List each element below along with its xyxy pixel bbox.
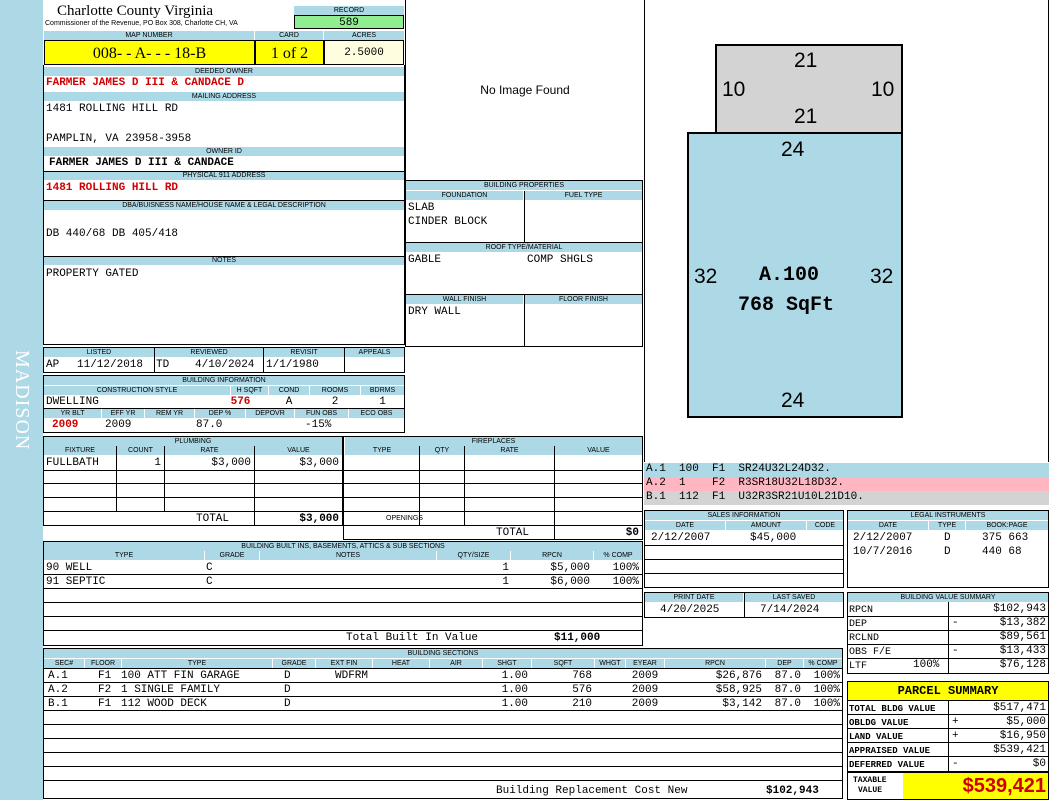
acres-value: 2.5000 [324,40,404,65]
divider [847,714,1049,715]
divider [43,696,843,697]
divider [43,497,343,498]
divider [43,171,405,172]
divider [948,700,949,772]
record-label: RECORD [294,6,404,15]
divider [847,728,1049,729]
divider [43,483,343,484]
divider [847,658,1049,659]
li-frame [847,510,1049,588]
bi-frame [43,375,405,433]
card-value: 1 of 2 [255,40,324,65]
card-label: CARD [255,31,323,40]
side-label: MADISON [11,350,33,451]
map-number: 008- - A- - - 18-B [44,40,255,65]
sketch-main-left: 32 [694,265,718,288]
divider [43,588,643,589]
divider [43,408,405,409]
divider [43,574,643,575]
county-subtitle: Commissioner of the Revenue, PO Box 308,… [45,20,238,27]
divider [43,668,843,669]
divider [847,644,1049,645]
divider [164,446,165,511]
sales-frame [644,510,844,588]
divider [43,724,843,725]
divider [847,742,1049,743]
divider [43,256,405,257]
divider [948,602,949,674]
photo-placeholder: No Image Found [405,0,645,180]
sketch-main-bottom: 24 [781,389,805,412]
sketch-dim-right: 10 [871,78,895,101]
divider [43,780,843,781]
divider [343,511,643,512]
divider [744,592,745,618]
divider [343,525,643,526]
sketch-legend-row: A.2 1 F2 R3SR18U32L18D32. [644,477,1049,491]
divider [847,630,1049,631]
divider [644,559,844,560]
sketch-legend-row: B.1 112 F1 U32R3SR21U10L21D10. [644,491,1049,505]
plumb-frame [43,436,343,526]
sketch-dim-top: 21 [794,49,818,72]
divider [644,545,844,546]
divider [419,446,420,526]
record-value: 589 [294,15,404,29]
divider [405,294,643,295]
divider [343,483,643,484]
divider [847,700,1049,701]
divider [43,630,643,631]
divider [43,752,843,753]
divider [343,470,643,471]
sketch-dim-left: 10 [722,78,746,101]
divider [43,682,843,683]
left-frame [43,65,405,345]
divider [847,616,1049,617]
divider [43,470,343,471]
divider [524,295,525,347]
divider [154,347,155,373]
divider [524,191,525,243]
divider [344,347,345,373]
sketch-main-right: 32 [870,265,894,288]
map-number-label: MAP NUMBER [44,31,254,40]
acres-label: ACRES [324,31,404,40]
divider [43,602,643,603]
divider [263,347,264,373]
divider [847,756,1049,757]
divider [644,573,844,574]
taxable-frame [847,772,1049,800]
sketch-area-sqft: 768 SqFt [738,294,835,317]
divider [43,710,843,711]
divider [464,446,465,526]
county-title: Charlotte County Virginia [57,3,214,19]
divider [43,200,405,201]
sketch-dim-mid: 21 [794,105,818,128]
divider [116,446,117,511]
divider [43,766,843,767]
divider [405,242,643,243]
divider [254,446,255,526]
divider [43,511,343,512]
divider [343,497,643,498]
divider [43,738,843,739]
listing-frame [43,347,405,373]
sketch-main-top: 24 [781,138,805,161]
divider [43,616,643,617]
sketch-area-label: A.100 [759,264,820,287]
sketch-legend-row: A.1 100 F1 SR24U32L24D32. [644,463,1049,477]
